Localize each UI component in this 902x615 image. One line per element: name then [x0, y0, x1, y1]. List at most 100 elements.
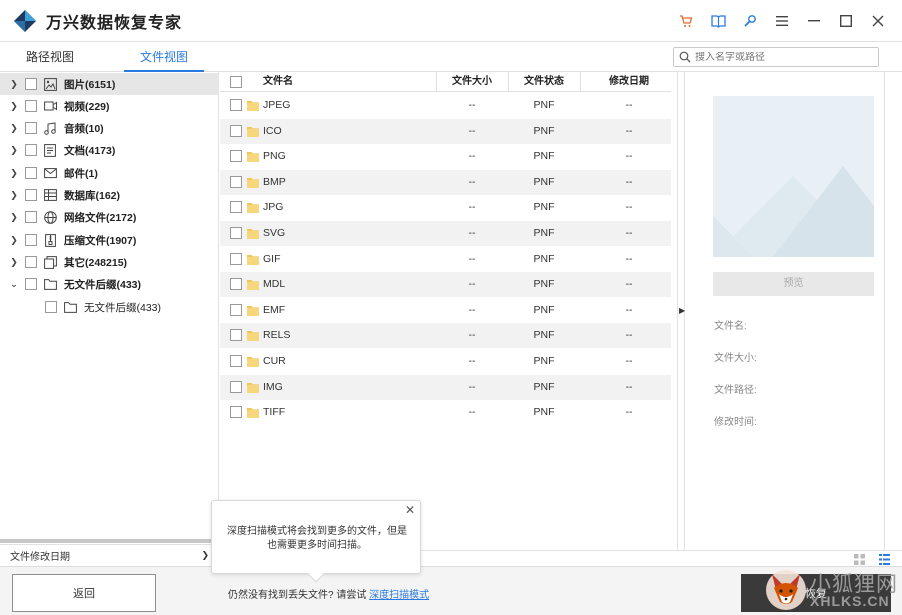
row-checkbox[interactable]	[230, 278, 242, 291]
tree-checkbox[interactable]	[45, 301, 57, 313]
table-row[interactable]: GIF -- PNF --	[220, 247, 671, 272]
scrollbar-thumb[interactable]	[0, 539, 218, 543]
chevron-right-icon[interactable]: ❯	[9, 190, 19, 201]
select-all-checkbox[interactable]	[230, 76, 242, 88]
row-checkbox[interactable]	[230, 201, 242, 214]
table-row[interactable]: ICO -- PNF --	[220, 118, 671, 144]
column-header-size[interactable]: 文件大小	[436, 72, 508, 92]
tab-path-view[interactable]: 路径视图	[10, 43, 90, 71]
tree-checkbox[interactable]	[25, 234, 37, 246]
chevron-right-icon[interactable]: ❯	[9, 79, 19, 90]
row-checkbox[interactable]	[230, 150, 242, 163]
column-header-name[interactable]: 文件名	[263, 72, 293, 92]
chevron-right-icon[interactable]: ❯	[9, 123, 19, 134]
tree-checkbox[interactable]	[25, 256, 37, 268]
row-checkbox[interactable]	[230, 303, 242, 316]
row-checkbox[interactable]	[230, 99, 242, 111]
tree-item-images[interactable]: ❯ 图片(6151)	[0, 73, 219, 95]
table-row[interactable]: JPG -- PNF --	[220, 195, 671, 220]
grid-view-icon[interactable]	[854, 554, 865, 565]
tree-item-documents[interactable]: ❯ 文档(4173)	[0, 139, 219, 161]
tree-item-mail[interactable]: ❯ 邮件(1)	[0, 162, 219, 184]
row-checkbox[interactable]	[230, 175, 242, 188]
tree-item-label: 视频(229)	[64, 100, 110, 113]
row-checkbox[interactable]	[230, 252, 242, 265]
tree-item-no-extension[interactable]: ⌄ 无文件后缀(433)	[0, 273, 219, 295]
deep-scan-tip-text: 仍然没有找到丢失文件? 请尝试	[228, 590, 370, 601]
row-checkbox[interactable]	[230, 406, 242, 419]
chevron-right-icon[interactable]: ❯	[9, 257, 19, 268]
tree-checkbox[interactable]	[25, 122, 37, 134]
table-row[interactable]: PNG -- PNF --	[220, 144, 671, 169]
tree-checkbox[interactable]	[25, 167, 37, 179]
tree-checkbox[interactable]	[25, 144, 37, 156]
category-tree: ❯ 图片(6151) ❯ 视频(229) ❯ 音频(10) ❯ 文档(4173)…	[0, 72, 219, 543]
row-checkbox[interactable]	[230, 355, 242, 367]
pane-splitter[interactable]: ▶	[677, 72, 685, 550]
tree-item-archives[interactable]: ❯ 压缩文件(1907)	[0, 229, 219, 251]
row-checkbox[interactable]	[230, 227, 242, 239]
table-row[interactable]: RELS -- PNF --	[220, 323, 671, 349]
tree-item-database[interactable]: ❯ 数据库(162)	[0, 184, 219, 206]
table-row[interactable]: TIFF -- PNF --	[220, 400, 671, 425]
deep-scan-link[interactable]: 深度扫描模式	[369, 590, 429, 601]
tree-item-no-extension-child[interactable]: 无文件后缀(433)	[0, 296, 219, 318]
tab-file-view[interactable]: 文件视图	[124, 43, 204, 72]
row-checkbox[interactable]	[230, 329, 242, 342]
file-size: --	[468, 355, 476, 367]
table-row[interactable]: CUR -- PNF --	[220, 349, 671, 374]
tree-checkbox[interactable]	[25, 278, 37, 290]
column-header-date[interactable]: 修改日期	[580, 72, 678, 92]
tree-item-label: 数据库(162)	[64, 189, 121, 202]
chevron-right-icon: ❯	[201, 550, 209, 560]
chevron-right-icon[interactable]: ❯	[9, 168, 19, 179]
chevron-right-icon[interactable]: ❯	[9, 212, 19, 223]
table-row[interactable]: SVG -- PNF --	[220, 221, 671, 246]
tree-item-other[interactable]: ❯ 其它(248215)	[0, 251, 219, 273]
tree-checkbox[interactable]	[25, 189, 37, 201]
search-input[interactable]	[695, 51, 875, 63]
file-date: --	[625, 278, 633, 291]
column-header-status[interactable]: 文件状态	[508, 72, 580, 92]
cart-icon[interactable]	[670, 0, 702, 42]
tree-item-videos[interactable]: ❯ 视频(229)	[0, 95, 219, 117]
file-name: GIF	[263, 252, 281, 265]
app-logo-icon	[12, 8, 38, 34]
chevron-right-icon[interactable]: ❯	[9, 145, 19, 156]
caret-right-icon[interactable]: ▶	[679, 306, 685, 315]
menu-icon[interactable]	[766, 0, 798, 42]
tree-checkbox[interactable]	[25, 211, 37, 223]
folder-icon	[247, 408, 259, 419]
tree-checkbox[interactable]	[25, 100, 37, 112]
wrench-icon[interactable]	[734, 0, 766, 42]
tree-item-web-files[interactable]: ❯ 网络文件(2172)	[0, 206, 219, 228]
chevron-down-icon[interactable]: ⌄	[9, 279, 19, 290]
table-row[interactable]: MDL -- PNF --	[220, 272, 671, 298]
minimize-icon[interactable]	[798, 0, 830, 42]
row-checkbox[interactable]	[230, 380, 242, 393]
tree-item-label: 压缩文件(1907)	[64, 234, 137, 247]
table-row[interactable]: IMG -- PNF --	[220, 374, 671, 400]
tree-item-audio[interactable]: ❯ 音频(10)	[0, 117, 219, 139]
close-icon[interactable]	[862, 0, 894, 42]
sort-selector[interactable]: 文件修改日期 ❯	[0, 544, 219, 566]
maximize-icon[interactable]	[830, 0, 862, 42]
row-checkbox[interactable]	[230, 124, 242, 137]
list-view-icon[interactable]	[879, 554, 890, 565]
preview-button[interactable]: 预览	[713, 272, 874, 296]
back-button[interactable]: 返回	[12, 574, 156, 612]
table-row[interactable]: EMF -- PNF --	[220, 298, 671, 323]
tree-item-label: 无文件后缀(433)	[64, 278, 142, 291]
chevron-right-icon[interactable]: ❯	[9, 101, 19, 112]
database-icon	[43, 188, 57, 202]
chevron-right-icon[interactable]: ❯	[9, 235, 19, 246]
file-size: --	[468, 124, 476, 137]
tree-checkbox[interactable]	[25, 78, 37, 90]
tree-item-label: 文档(4173)	[64, 144, 116, 157]
table-row[interactable]: BMP -- PNF --	[220, 169, 671, 195]
book-icon[interactable]	[702, 0, 734, 42]
table-row[interactable]: JPEG -- PNF --	[220, 93, 671, 118]
mail-icon	[43, 166, 57, 180]
close-icon[interactable]: ✕	[405, 503, 415, 517]
tree-item-label: 网络文件(2172)	[64, 211, 137, 224]
